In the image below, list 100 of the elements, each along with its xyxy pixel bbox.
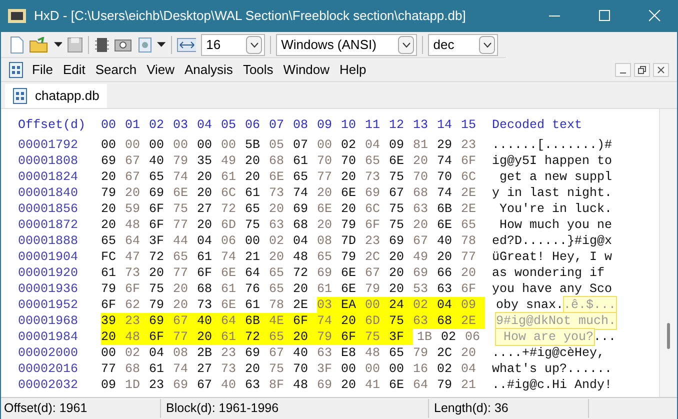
- hex-byte[interactable]: 20: [317, 185, 341, 201]
- hex-byte[interactable]: 61: [197, 249, 221, 265]
- hex-byte[interactable]: 00: [365, 297, 389, 313]
- hex-byte[interactable]: 20: [341, 201, 365, 217]
- hex-byte[interactable]: 64: [125, 233, 149, 249]
- hex-byte[interactable]: 77: [317, 169, 341, 185]
- hex-byte[interactable]: 65: [461, 217, 485, 233]
- hex-byte[interactable]: 3F: [317, 361, 341, 377]
- hex-byte[interactable]: 65: [269, 329, 293, 345]
- hex-byte[interactable]: 04: [197, 233, 221, 249]
- hex-byte[interactable]: 27: [197, 361, 221, 377]
- hex-byte[interactable]: 6F: [149, 329, 173, 345]
- hex-byte[interactable]: 79: [317, 329, 341, 345]
- menu-item[interactable]: Search: [94, 60, 138, 80]
- hex-byte[interactable]: 6E: [173, 185, 197, 201]
- hex-byte[interactable]: 61: [317, 281, 341, 297]
- dropdown-button[interactable]: [479, 36, 496, 54]
- hex-byte[interactable]: 20: [101, 217, 125, 233]
- hex-byte[interactable]: 65: [269, 281, 293, 297]
- hex-byte[interactable]: 6E: [341, 265, 365, 281]
- hex-byte[interactable]: 20: [437, 249, 461, 265]
- hex-byte[interactable]: 00: [149, 137, 173, 153]
- hex-byte[interactable]: 20: [389, 265, 413, 281]
- hex-byte[interactable]: 6F: [197, 265, 221, 281]
- hex-byte[interactable]: 69: [389, 233, 413, 249]
- hex-byte[interactable]: 68: [293, 217, 317, 233]
- hex-byte[interactable]: 74: [293, 185, 317, 201]
- hex-byte[interactable]: 40: [197, 313, 221, 329]
- hex-byte[interactable]: 20: [197, 217, 221, 233]
- hex-byte[interactable]: 61: [149, 361, 173, 377]
- hex-byte[interactable]: 00: [101, 137, 125, 153]
- hex-byte[interactable]: 00: [245, 233, 269, 249]
- hex-byte[interactable]: 79: [341, 249, 365, 265]
- hex-byte[interactable]: 40: [149, 153, 173, 169]
- hex-byte[interactable]: 6E: [341, 185, 365, 201]
- close-icon[interactable]: [653, 62, 669, 76]
- hex-byte[interactable]: 48: [125, 329, 149, 345]
- hex-byte[interactable]: 70: [293, 361, 317, 377]
- hex-byte[interactable]: 48: [125, 217, 149, 233]
- hex-byte[interactable]: 00: [173, 137, 197, 153]
- hex-byte[interactable]: 20: [245, 361, 269, 377]
- hex-byte[interactable]: 20: [269, 249, 293, 265]
- hex-byte[interactable]: 70: [413, 169, 437, 185]
- hex-byte[interactable]: 48: [293, 249, 317, 265]
- hex-byte[interactable]: 70: [437, 169, 461, 185]
- hex-byte[interactable]: 65: [269, 265, 293, 281]
- hex-byte[interactable]: 69: [101, 153, 125, 169]
- hex-byte[interactable]: 20: [341, 377, 365, 393]
- hex-byte[interactable]: 64: [413, 377, 437, 393]
- hex-byte[interactable]: 21: [245, 249, 269, 265]
- hex-byte[interactable]: 62: [125, 297, 149, 313]
- hex-byte[interactable]: 77: [173, 265, 197, 281]
- hex-byte[interactable]: 2B: [197, 345, 221, 361]
- hex-byte[interactable]: 3F: [149, 233, 173, 249]
- hex-byte[interactable]: 65: [149, 169, 173, 185]
- hex-byte[interactable]: 64: [221, 313, 245, 329]
- hex-byte[interactable]: 20: [413, 153, 437, 169]
- restore-icon[interactable]: [634, 62, 650, 76]
- hex-byte[interactable]: 79: [341, 217, 365, 233]
- hex-byte[interactable]: 07: [293, 137, 317, 153]
- hex-byte[interactable]: 6F: [125, 281, 149, 297]
- hex-byte[interactable]: 02: [441, 329, 465, 345]
- hex-byte[interactable]: 29: [437, 137, 461, 153]
- hex-byte[interactable]: 05: [269, 137, 293, 153]
- hex-byte[interactable]: 75: [389, 313, 413, 329]
- hex-byte[interactable]: 20: [461, 265, 485, 281]
- hex-byte[interactable]: 67: [173, 313, 197, 329]
- open-folder-icon[interactable]: [29, 36, 49, 52]
- hex-byte[interactable]: 61: [221, 329, 245, 345]
- hex-byte[interactable]: 00: [317, 137, 341, 153]
- menu-item[interactable]: File: [31, 60, 54, 80]
- hex-byte[interactable]: 2C: [365, 249, 389, 265]
- hex-byte[interactable]: 09: [461, 297, 485, 313]
- hex-byte[interactable]: 00: [197, 137, 221, 153]
- hex-byte[interactable]: 20: [341, 169, 365, 185]
- menu-item[interactable]: Help: [338, 60, 368, 80]
- hex-byte[interactable]: 6F: [149, 217, 173, 233]
- hex-byte[interactable]: 47: [125, 249, 149, 265]
- menu-item[interactable]: Analysis: [184, 60, 234, 80]
- hex-byte[interactable]: 6E: [221, 297, 245, 313]
- hex-byte[interactable]: 63: [413, 201, 437, 217]
- hex-byte[interactable]: 61: [101, 265, 125, 281]
- hex-byte[interactable]: 6F: [293, 313, 317, 329]
- hex-byte[interactable]: 72: [293, 265, 317, 281]
- hex-byte[interactable]: 73: [269, 185, 293, 201]
- hex-byte[interactable]: 27: [197, 201, 221, 217]
- hex-byte[interactable]: 65: [293, 169, 317, 185]
- hex-byte[interactable]: 02: [269, 233, 293, 249]
- hex-byte[interactable]: 5B: [245, 137, 269, 153]
- hex-byte[interactable]: 67: [413, 233, 437, 249]
- hex-byte[interactable]: 67: [389, 185, 413, 201]
- hex-byte[interactable]: 78: [269, 297, 293, 313]
- menu-item[interactable]: Window: [282, 60, 331, 80]
- hex-byte[interactable]: 20: [101, 201, 125, 217]
- hex-byte[interactable]: 1D: [125, 377, 149, 393]
- hex-byte[interactable]: 74: [437, 153, 461, 169]
- hex-byte[interactable]: 2E: [461, 201, 485, 217]
- hex-byte[interactable]: 6B: [437, 201, 461, 217]
- hex-byte[interactable]: 67: [269, 345, 293, 361]
- hex-byte[interactable]: 48: [293, 377, 317, 393]
